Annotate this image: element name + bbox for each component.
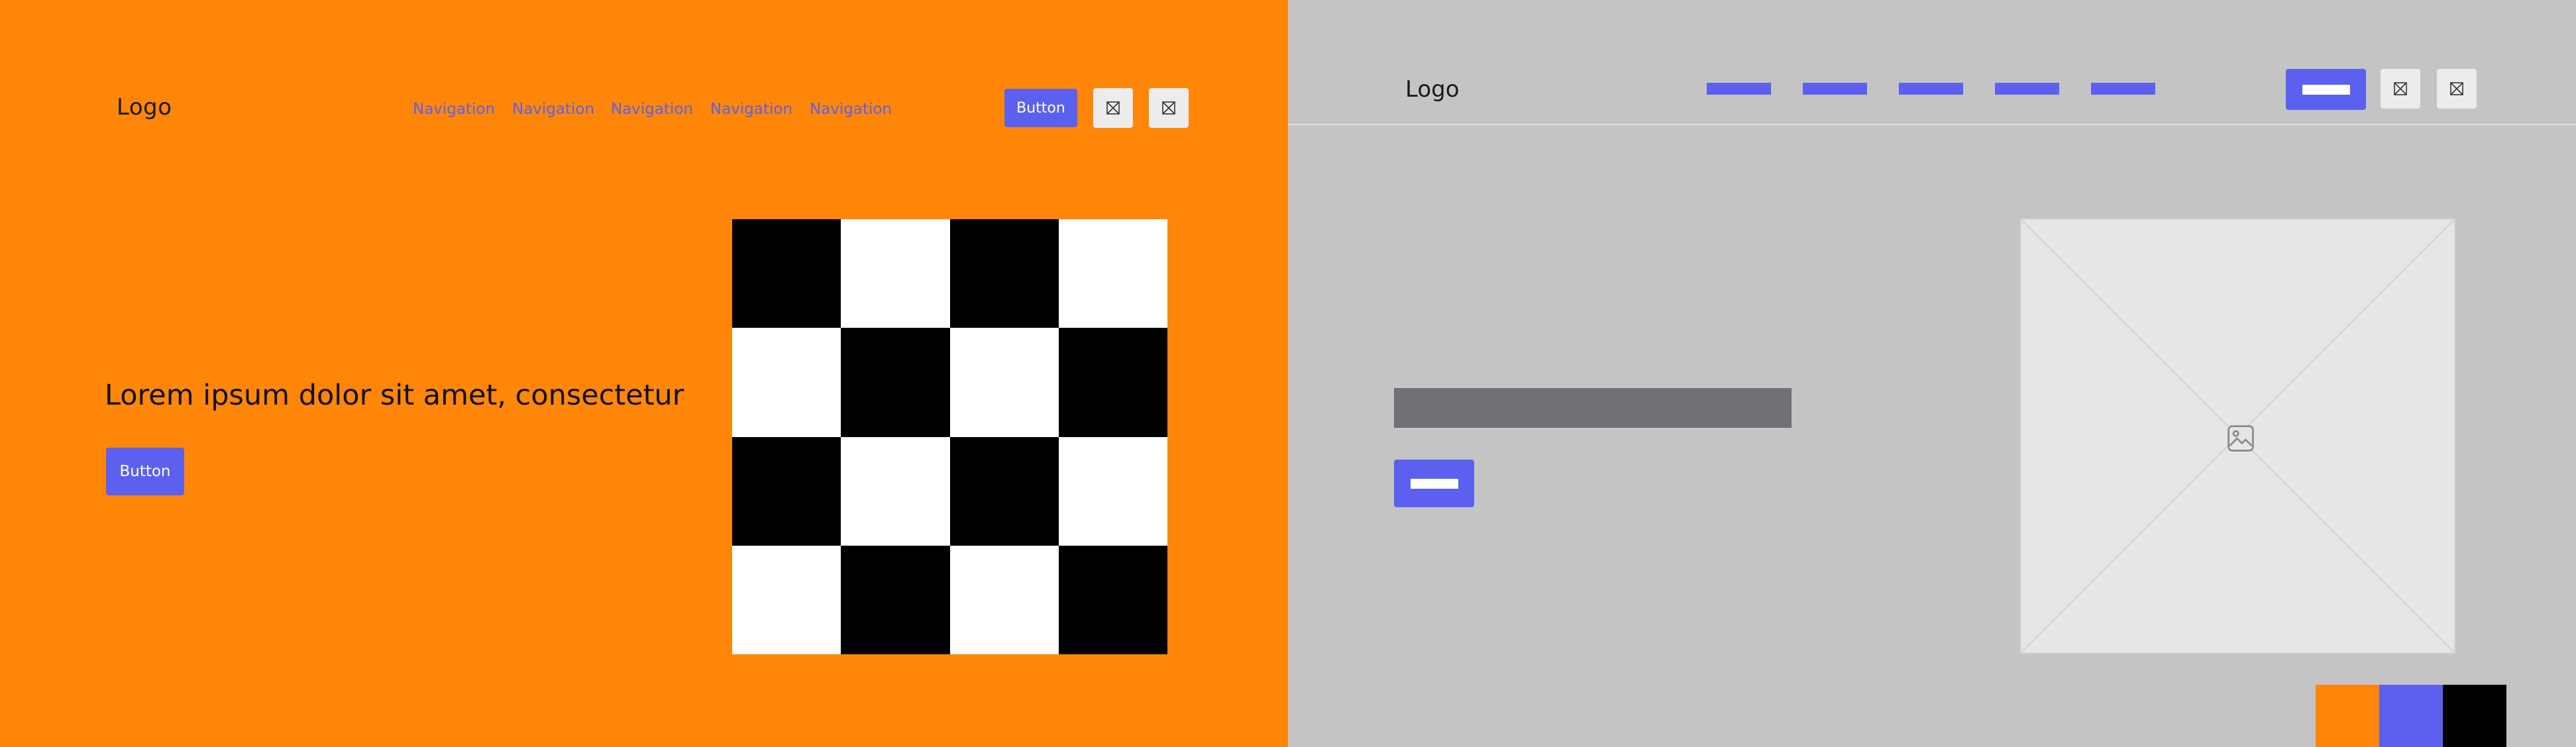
nav-link-3[interactable]: Navigation [611,101,693,118]
checker-cell-black [1058,545,1167,654]
header-divider [1288,124,2576,125]
checker-cell-white [1058,436,1167,546]
nav-link-2[interactable]: Navigation [512,101,594,118]
checker-cell-white [841,436,950,546]
color-swatch-orange [2316,685,2379,747]
header-icon-button-2[interactable] [1149,88,1189,128]
checker-cell-black [1058,328,1167,437]
nav-placeholder-4[interactable] [1995,83,2059,95]
button-label-placeholder [1410,478,1458,489]
checkerboard-image [732,219,1167,654]
hifi-panel: Logo Navigation Navigation Navigation Na… [0,0,1288,747]
checker-cell-white [732,328,841,437]
nav-link-4[interactable]: Navigation [710,101,792,118]
hero-button-placeholder[interactable] [1394,460,1474,507]
nav-placeholder-3[interactable] [1899,83,1963,95]
checker-cell-black [841,545,950,654]
checker-cell-black [732,219,841,328]
color-swatch-black [2443,685,2506,747]
checker-cell-white [949,328,1059,437]
placeholder-icon [2450,82,2463,95]
checker-cell-white [841,219,950,328]
image-icon [2227,425,2254,452]
checker-cell-white [1058,219,1167,328]
button-label-placeholder [2302,84,2350,95]
placeholder-icon [2394,82,2407,95]
wireframe-panel: Logo [1288,0,2576,747]
checker-cell-black [949,219,1059,328]
checker-cell-black [949,436,1059,546]
logo[interactable]: Logo [1405,76,1460,103]
header-icon-button-2[interactable] [2437,69,2477,109]
nav-placeholder-5[interactable] [2091,83,2155,95]
checker-cell-black [841,328,950,437]
placeholder-icon [1162,101,1175,115]
nav-link-5[interactable]: Navigation [810,101,892,118]
image-placeholder [2020,219,2455,654]
nav-placeholder-1[interactable] [1707,83,1771,95]
logo[interactable]: Logo [117,94,172,121]
placeholder-icon [1106,101,1120,115]
checker-cell-white [949,545,1059,654]
hero-button[interactable]: Button [106,448,184,495]
headline-placeholder [1394,388,1792,428]
nav-placeholder-2[interactable] [1803,83,1867,95]
checker-cell-black [732,436,841,546]
header-button[interactable]: Button [1004,89,1077,127]
color-swatch-blue [2379,685,2443,747]
nav-link-1[interactable]: Navigation [413,101,495,118]
header-icon-button-1[interactable] [1093,88,1133,128]
header-button-placeholder[interactable] [2286,69,2366,110]
hero-headline: Lorem ipsum dolor sit amet, consectetur [105,379,684,412]
checker-cell-white [732,545,841,654]
header-icon-button-1[interactable] [2381,69,2420,109]
